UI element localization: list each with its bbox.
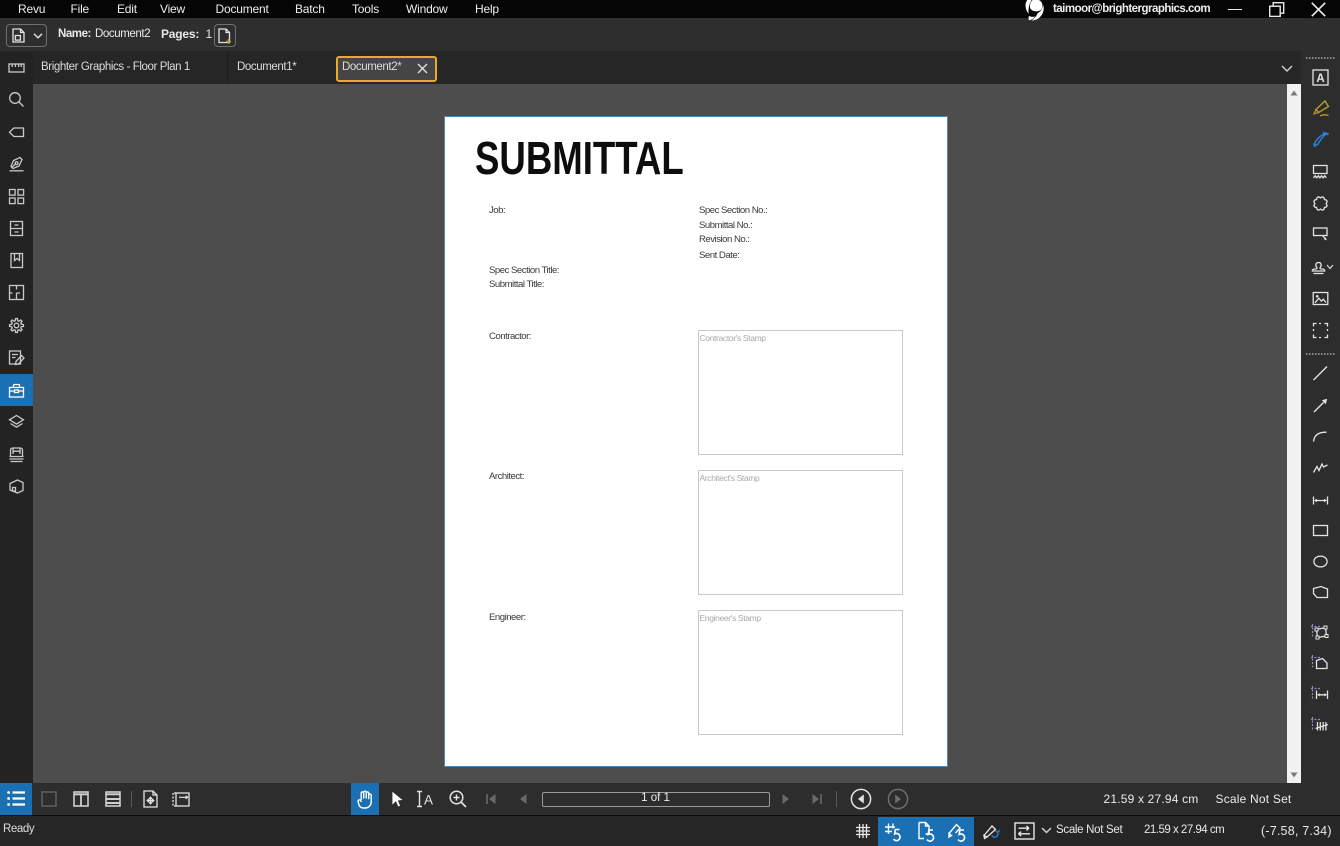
svg-text:A: A [424, 793, 433, 808]
svg-text:A: A [1316, 72, 1324, 84]
